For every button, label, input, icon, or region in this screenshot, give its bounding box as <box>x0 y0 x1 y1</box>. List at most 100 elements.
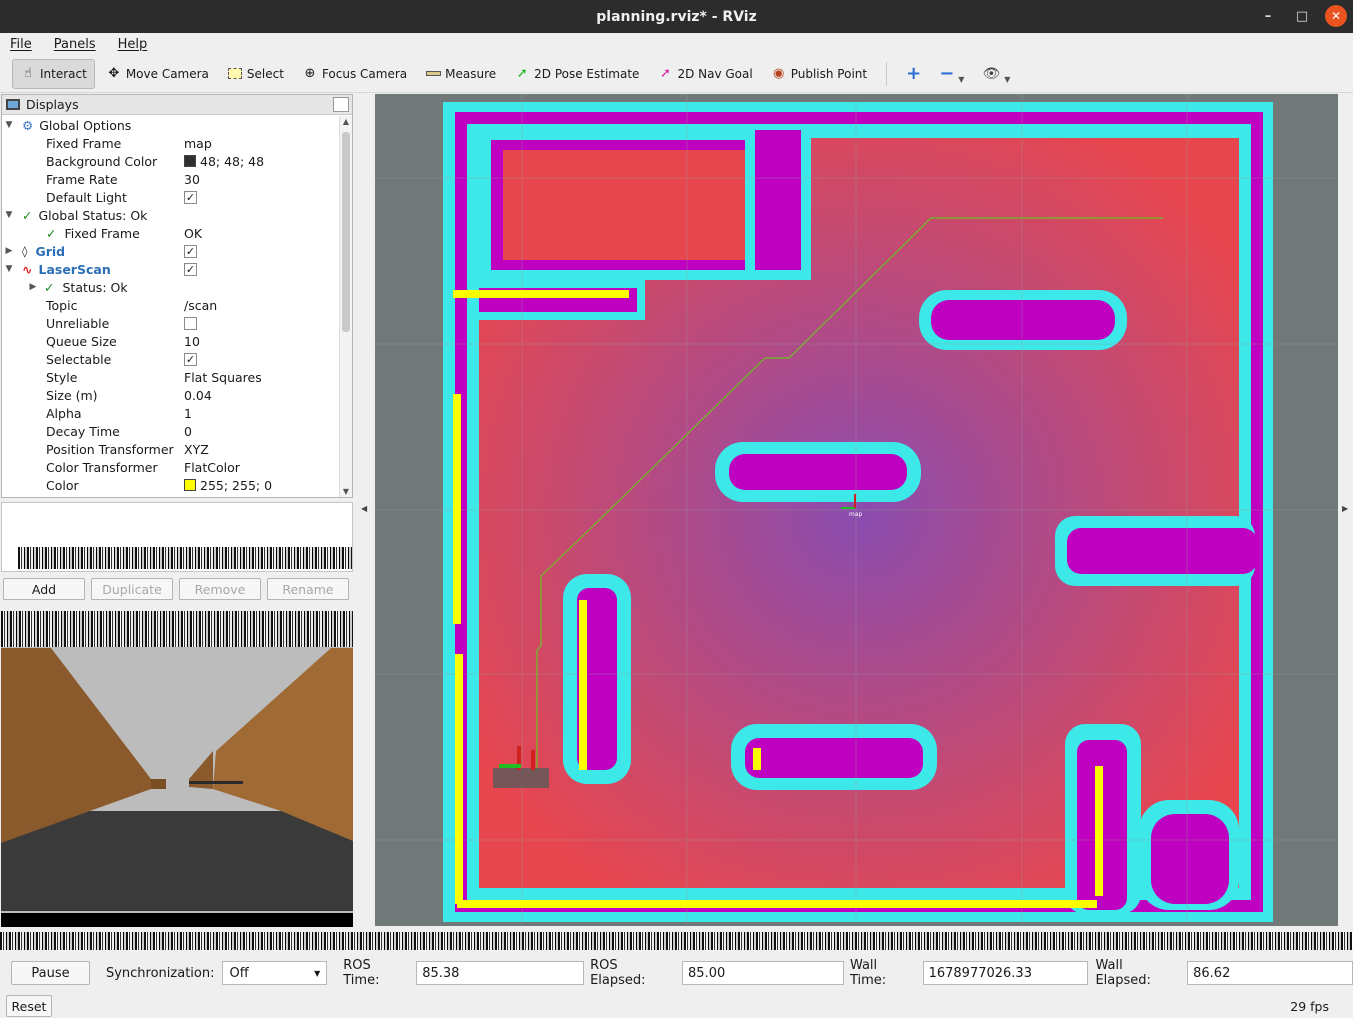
remove-button[interactable]: Remove <box>179 578 261 600</box>
minus-icon: − <box>939 63 955 84</box>
plus-icon: + <box>906 63 922 84</box>
laser-color-swatch[interactable] <box>184 479 196 491</box>
focus-camera-tool[interactable]: ⊕ Focus Camera <box>295 59 414 89</box>
collapse-right-icon[interactable]: ▶ <box>1342 504 1348 513</box>
publish-point-tool[interactable]: ◉ Publish Point <box>764 59 874 89</box>
tree-row-topic[interactable]: Topic /scan <box>2 296 340 314</box>
grid-enabled-checkbox[interactable]: ✓ <box>184 244 197 258</box>
tree-row-queue-size[interactable]: Queue Size 10 <box>2 332 340 350</box>
unreliable-checkbox[interactable] <box>184 316 197 330</box>
chevron-down-icon: ▼ <box>314 968 321 978</box>
title-bar: planning.rviz* - RViz – □ ✕ <box>0 0 1353 33</box>
costmap-view[interactable]: map <box>375 94 1338 926</box>
sync-dropdown[interactable]: Off ▼ <box>222 961 328 985</box>
pose-arrow-icon: ➚ <box>516 66 528 81</box>
view-button[interactable]: 👁 ▼ <box>975 59 1017 89</box>
scroll-up-icon[interactable]: ▲ <box>340 117 352 126</box>
collapse-left-icon[interactable]: ◀ <box>361 504 367 513</box>
monitor-icon <box>6 99 20 110</box>
reset-button[interactable]: Reset <box>6 995 52 1017</box>
move-camera-icon: ✥ <box>108 66 120 81</box>
move-camera-tool[interactable]: ✥ Move Camera <box>99 59 216 89</box>
duplicate-button[interactable]: Duplicate <box>91 578 173 600</box>
displays-header: Displays <box>2 95 352 115</box>
hand-icon: ☝ <box>24 66 32 81</box>
tree-row-laserscan-status[interactable]: ▶ ✓ Status: Ok <box>2 278 340 296</box>
menu-file[interactable]: File <box>6 37 36 52</box>
maximize-button[interactable]: □ <box>1291 5 1313 27</box>
default-light-checkbox[interactable]: ✓ <box>184 190 197 204</box>
display-buttons: Add Duplicate Remove Rename <box>3 578 353 600</box>
nav-goal-tool[interactable]: ➚ 2D Nav Goal <box>650 59 759 89</box>
wall-elapsed-label: Wall Elapsed: <box>1095 958 1151 988</box>
tree-row-style[interactable]: Style Flat Squares <box>2 368 340 386</box>
wall-time-field[interactable]: 1678977026.33 <box>922 961 1089 985</box>
close-button[interactable]: ✕ <box>1325 5 1347 27</box>
property-description <box>1 502 353 572</box>
measure-tool[interactable]: Measure <box>418 59 503 89</box>
laserscan-enabled-checkbox[interactable]: ✓ <box>184 262 197 276</box>
tree-row-size[interactable]: Size (m) 0.04 <box>2 386 340 404</box>
ros-time-field[interactable]: 85.38 <box>416 961 585 985</box>
tree-row-color[interactable]: Color 255; 255; 0 <box>2 476 340 494</box>
select-icon <box>227 66 243 82</box>
check-icon: ✓ <box>46 225 57 241</box>
background-color-swatch[interactable] <box>184 155 196 167</box>
map-frame-label: map <box>849 511 863 518</box>
interact-tool[interactable]: ☝ Interact <box>12 58 95 89</box>
tree-row-fixed-frame-status[interactable]: ✓ Fixed Frame OK <box>2 224 340 242</box>
fps-readout: 29 fps <box>1290 998 1329 1014</box>
wall-time-label: Wall Time: <box>849 958 887 988</box>
camera-image <box>1 647 353 927</box>
selectable-checkbox[interactable]: ✓ <box>184 352 197 366</box>
wall-elapsed-field[interactable]: 86.62 <box>1187 961 1353 985</box>
tree-row-alpha[interactable]: Alpha 1 <box>2 404 340 422</box>
scroll-thumb[interactable] <box>342 132 350 332</box>
ros-elapsed-label: ROS Elapsed: <box>590 958 646 988</box>
toolbar: ☝ Interact ✥ Move Camera Select ⊕ Focus … <box>0 55 1353 93</box>
rename-button[interactable]: Rename <box>267 578 349 600</box>
tree-row-default-light[interactable]: Default Light ✓ <box>2 188 340 206</box>
add-tool-button[interactable]: + <box>899 59 928 89</box>
tree-row-global-options[interactable]: ▼ ⚙ Global Options <box>2 116 340 134</box>
pin-icon: ◉ <box>773 66 785 81</box>
displays-panel: Displays ▼ ⚙ Global Options Fixed Frame ma… <box>1 94 353 498</box>
select-tool[interactable]: Select <box>220 59 291 89</box>
tree-row-frame-rate[interactable]: Frame Rate 30 <box>2 170 340 188</box>
menu-panels[interactable]: Panels <box>50 37 100 52</box>
tree-row-unreliable[interactable]: Unreliable <box>2 314 340 332</box>
ros-time-label: ROS Time: <box>343 958 380 988</box>
menu-help[interactable]: Help <box>114 37 152 52</box>
check-icon: ✓ <box>22 207 33 223</box>
pose-estimate-tool[interactable]: ➚ 2D Pose Estimate <box>507 59 646 89</box>
add-button[interactable]: Add <box>3 578 85 600</box>
tree-row-background-color[interactable]: Background Color 48; 48; 48 <box>2 152 340 170</box>
fixed-frame-value[interactable]: map <box>184 136 212 151</box>
focus-camera-icon: ⊕ <box>304 66 316 81</box>
undock-button[interactable] <box>333 97 349 112</box>
render-view[interactable]: map <box>375 94 1338 926</box>
render-noise <box>18 547 352 569</box>
grid-icon: ◊ <box>22 244 28 258</box>
displays-title: Displays <box>26 97 79 112</box>
tree-row-global-status[interactable]: ▼ ✓ Global Status: Ok <box>2 206 340 224</box>
tree-row-selectable[interactable]: Selectable ✓ <box>2 350 340 368</box>
tree-row-fixed-frame[interactable]: Fixed Frame map <box>2 134 340 152</box>
menu-bar: File Panels Help <box>0 33 1353 55</box>
minimize-button[interactable]: – <box>1257 5 1279 27</box>
render-noise-strip <box>0 932 1353 950</box>
tree-row-color-transformer[interactable]: Color Transformer FlatColor <box>2 458 340 476</box>
check-icon: ✓ <box>44 279 55 295</box>
tree-row-position-transformer[interactable]: Position Transformer XYZ <box>2 440 340 458</box>
tree-row-laserscan[interactable]: ▼ ∿ LaserScan ✓ <box>2 260 340 278</box>
tree-row-grid[interactable]: ▶ ◊ Grid ✓ <box>2 242 340 260</box>
displays-scrollbar[interactable]: ▲ ▼ <box>339 116 352 497</box>
ros-elapsed-field[interactable]: 85.00 <box>682 961 844 985</box>
scroll-down-icon[interactable]: ▼ <box>340 487 352 496</box>
tree-row-decay-time[interactable]: Decay Time 0 <box>2 422 340 440</box>
remove-tool-button[interactable]: − ▼ <box>932 59 971 89</box>
toolbar-separator <box>886 61 888 86</box>
displays-tree: ▼ ⚙ Global Options Fixed Frame map Backgro… <box>2 116 340 497</box>
pause-button[interactable]: Pause <box>11 961 90 985</box>
status-bar: Reset 29 fps <box>0 994 1353 1018</box>
